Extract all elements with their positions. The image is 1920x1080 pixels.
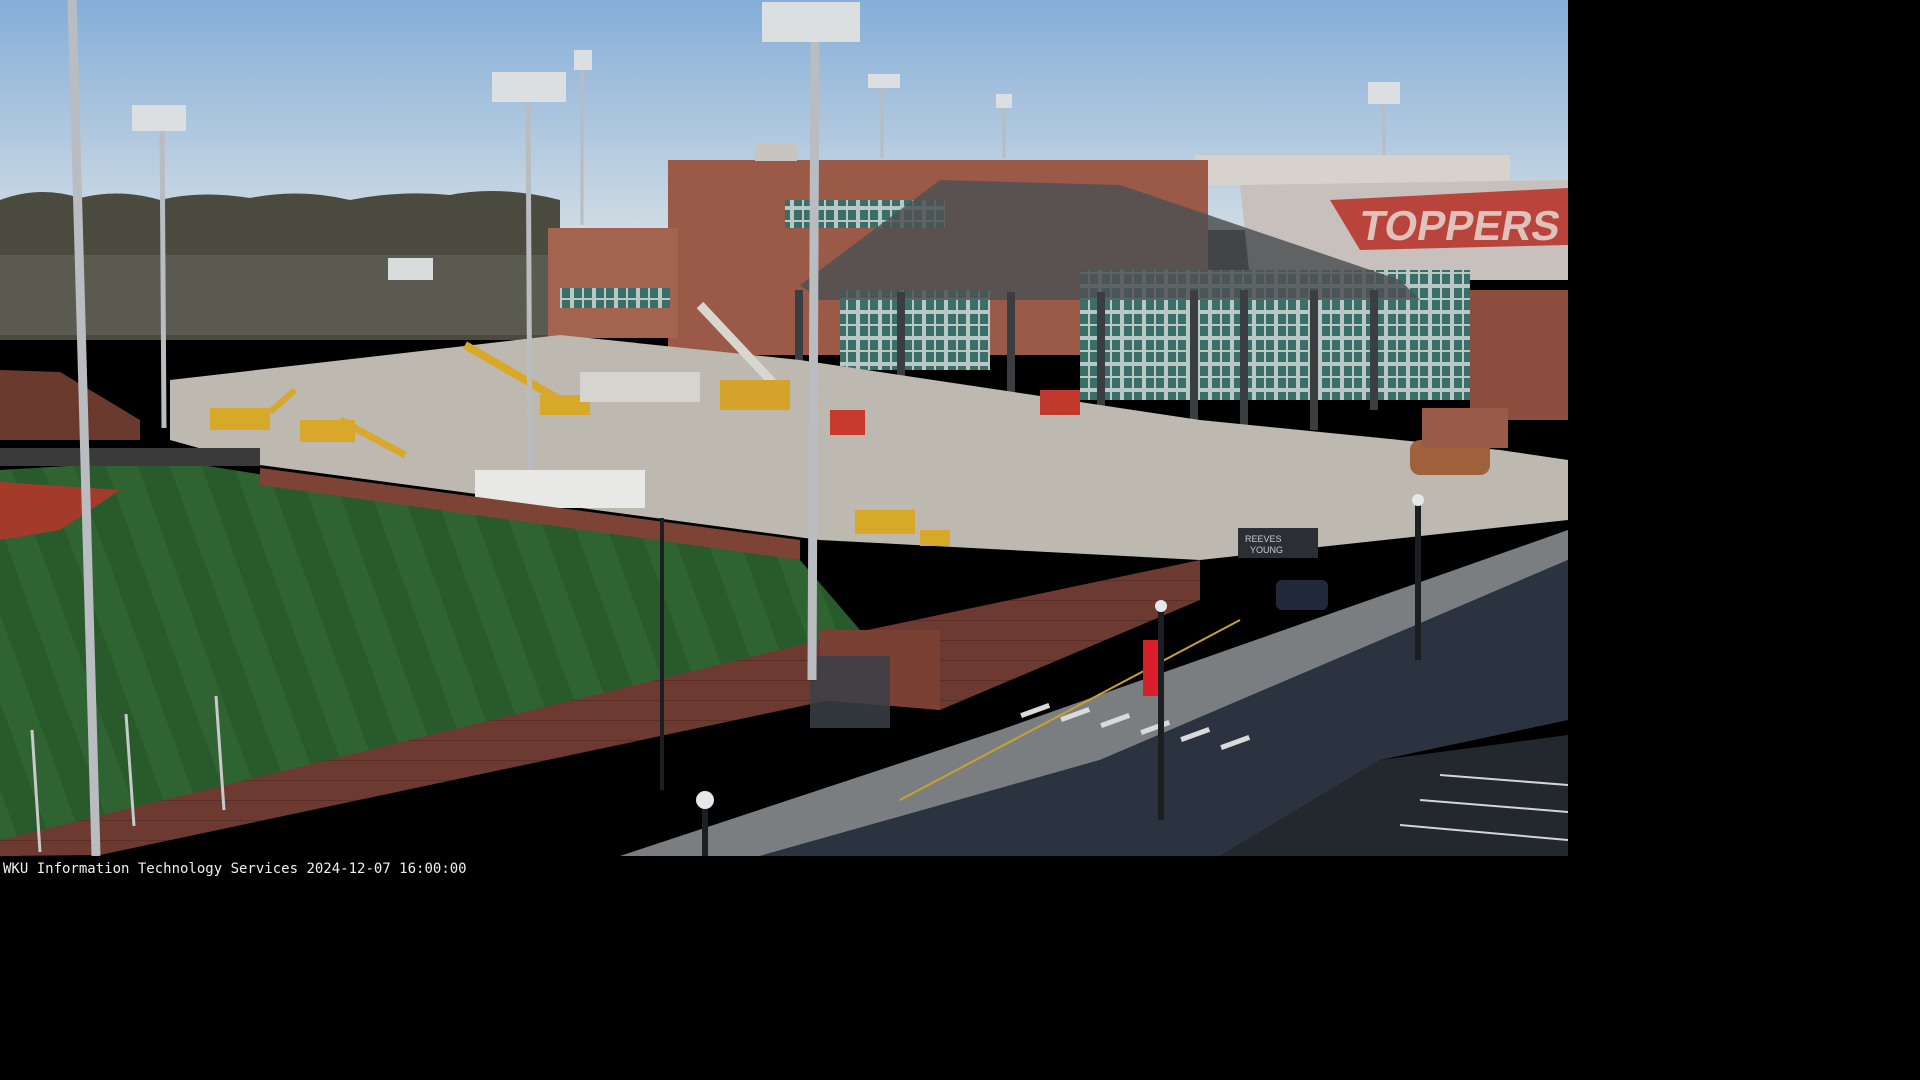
reeves-young-sign-text-2: YOUNG [1250,545,1283,555]
left-bleachers [0,370,140,440]
outfield-wall-padding [0,448,260,466]
red-lift [830,410,865,435]
caption-timestamp: 2024-12-07 16:00:00 [306,861,467,877]
brick-pillar-structure [1422,408,1508,448]
right-brick-annex [1470,290,1568,420]
reeves-young-sign-text: REEVES [1245,534,1282,544]
building-windows-mid [840,290,990,370]
complex-building-front [548,228,678,338]
building-windows-lower [560,288,670,308]
dark-car [1276,580,1328,610]
webcam-scene: TOPPERS REEVES YOUNG [0,0,1568,860]
white-house [388,258,433,280]
stadium-press-box [1195,155,1510,185]
caption-org: WKU Information Technology Services [3,861,299,877]
stadium-lettering: TOPPERS [1356,202,1564,249]
webcam-caption: WKU Information Technology Services 2024… [0,856,1568,882]
bus-shelter [810,656,890,728]
building-rooftop-unit [755,143,797,161]
red-lift-2 [1040,390,1080,415]
site-trailer-2 [580,372,700,402]
